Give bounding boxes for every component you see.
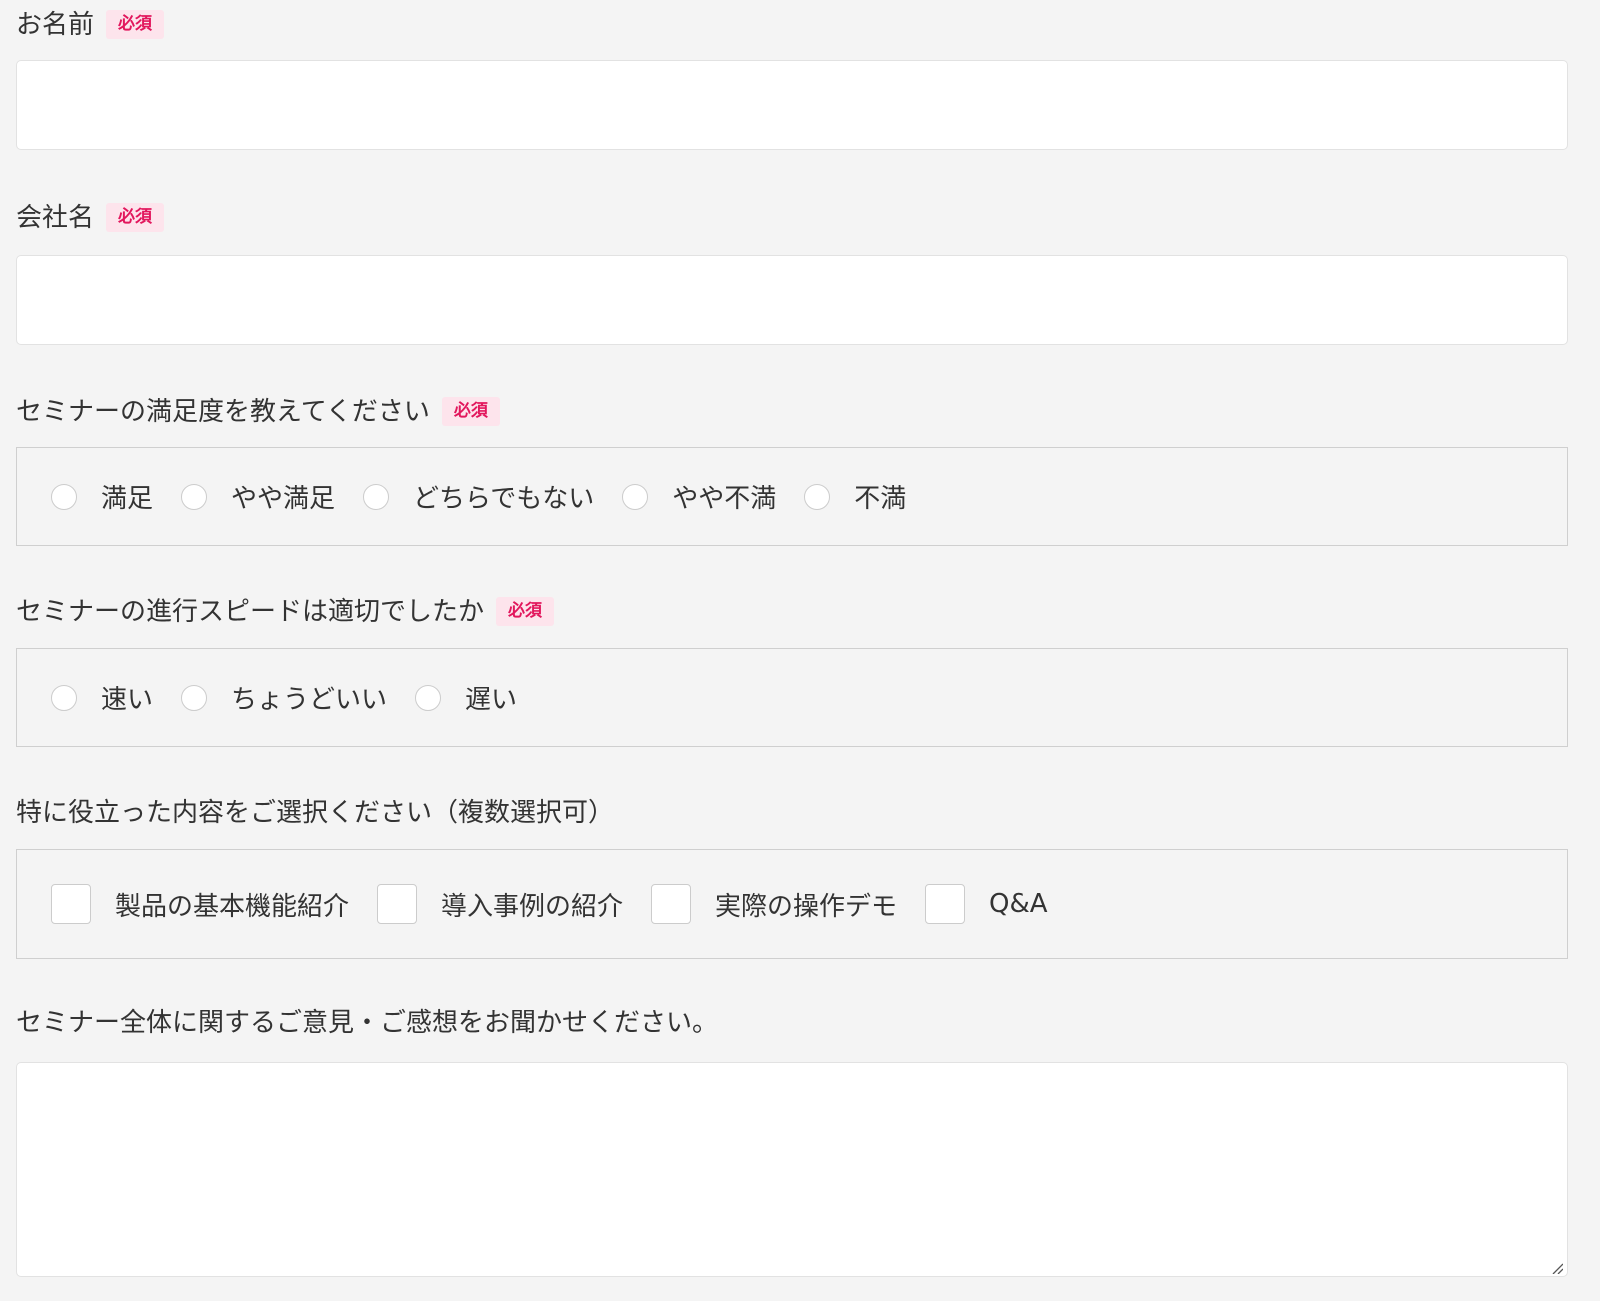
radio-option-label: 速い	[101, 685, 154, 715]
radio-option-label: どちらでもない	[413, 484, 595, 514]
checkbox-option-label: Q&A	[989, 889, 1048, 919]
radio-button[interactable]	[51, 483, 77, 510]
radio-option-dissatisfied[interactable]: 不満	[804, 478, 906, 515]
company-label-row: 会社名 必須	[16, 202, 165, 233]
radio-option-label: 満足	[101, 484, 154, 514]
checkbox-option-label: 実際の操作デモ	[715, 891, 898, 922]
radio-option-somewhat-satisfied[interactable]: やや満足	[181, 478, 335, 515]
radio-option-label: やや不満	[672, 484, 777, 514]
checkbox[interactable]	[51, 884, 91, 924]
satisfaction-label: セミナーの満足度を教えてください	[16, 396, 430, 427]
speed-radio-group: 速い ちょうどいい 遅い	[16, 648, 1568, 747]
useful-label: 特に役立った内容をご選択ください（複数選択可）	[16, 798, 615, 828]
radio-option-label: 不満	[854, 484, 907, 514]
checkbox[interactable]	[925, 884, 966, 924]
feedback-label: セミナー全体に関するご意見・ご感想をお聞かせください。	[16, 1008, 719, 1038]
radio-option-just-right[interactable]: ちょうどいい	[181, 679, 387, 716]
checkbox-option-qa[interactable]: Q&A	[925, 884, 1048, 924]
required-badge: 必須	[441, 397, 500, 426]
company-input[interactable]	[16, 255, 1568, 345]
checkbox-option-label: 製品の基本機能紹介	[115, 891, 350, 922]
name-label-row: お名前 必須	[16, 9, 165, 40]
useful-checkbox-group: 製品の基本機能紹介 導入事例の紹介 実際の操作デモ Q&A	[16, 849, 1568, 959]
feedback-textarea[interactable]	[16, 1062, 1568, 1277]
checkbox-option-basic-features[interactable]: 製品の基本機能紹介	[51, 884, 349, 924]
speed-label-row: セミナーの進行スピードは適切でしたか 必須	[16, 596, 555, 627]
checkbox-option-demo[interactable]: 実際の操作デモ	[651, 884, 897, 924]
company-label: 会社名	[16, 202, 95, 233]
radio-option-fast[interactable]: 速い	[51, 679, 153, 716]
radio-button[interactable]	[415, 684, 442, 711]
checkbox[interactable]	[651, 884, 692, 924]
checkbox[interactable]	[377, 884, 418, 924]
radio-option-satisfied[interactable]: 満足	[51, 478, 153, 515]
radio-option-neutral[interactable]: どちらでもない	[363, 478, 594, 515]
required-badge: 必須	[106, 203, 165, 232]
checkbox-option-label: 導入事例の紹介	[441, 891, 624, 922]
radio-button[interactable]	[622, 483, 649, 510]
required-badge: 必須	[106, 10, 165, 39]
radio-option-label: ちょうどいい	[231, 685, 388, 715]
radio-button[interactable]	[181, 483, 208, 510]
radio-option-slow[interactable]: 遅い	[415, 679, 517, 716]
useful-label-row: 特に役立った内容をご選択ください（複数選択可）	[16, 800, 614, 826]
feedback-label-row: セミナー全体に関するご意見・ご感想をお聞かせください。	[16, 1010, 718, 1036]
resize-handle-icon[interactable]	[1551, 1262, 1563, 1274]
radio-option-label: やや満足	[231, 484, 336, 514]
name-label: お名前	[16, 9, 95, 40]
checkbox-option-case-studies[interactable]: 導入事例の紹介	[377, 884, 623, 924]
radio-option-somewhat-dissatisfied[interactable]: やや不満	[622, 478, 776, 515]
required-badge: 必須	[496, 597, 555, 626]
satisfaction-radio-group: 満足 やや満足 どちらでもない やや不満 不満	[16, 447, 1568, 546]
name-input[interactable]	[16, 60, 1568, 150]
radio-button[interactable]	[804, 483, 831, 510]
radio-button[interactable]	[51, 684, 77, 711]
radio-button[interactable]	[181, 684, 208, 711]
radio-option-label: 遅い	[465, 685, 518, 715]
radio-button[interactable]	[363, 483, 390, 510]
satisfaction-label-row: セミナーの満足度を教えてください 必須	[16, 397, 500, 426]
survey-form: お名前 必須 会社名 必須 セミナーの満足度を教えてください 必須 満足 やや満…	[0, 0, 1600, 1301]
speed-label: セミナーの進行スピードは適切でしたか	[16, 596, 485, 627]
